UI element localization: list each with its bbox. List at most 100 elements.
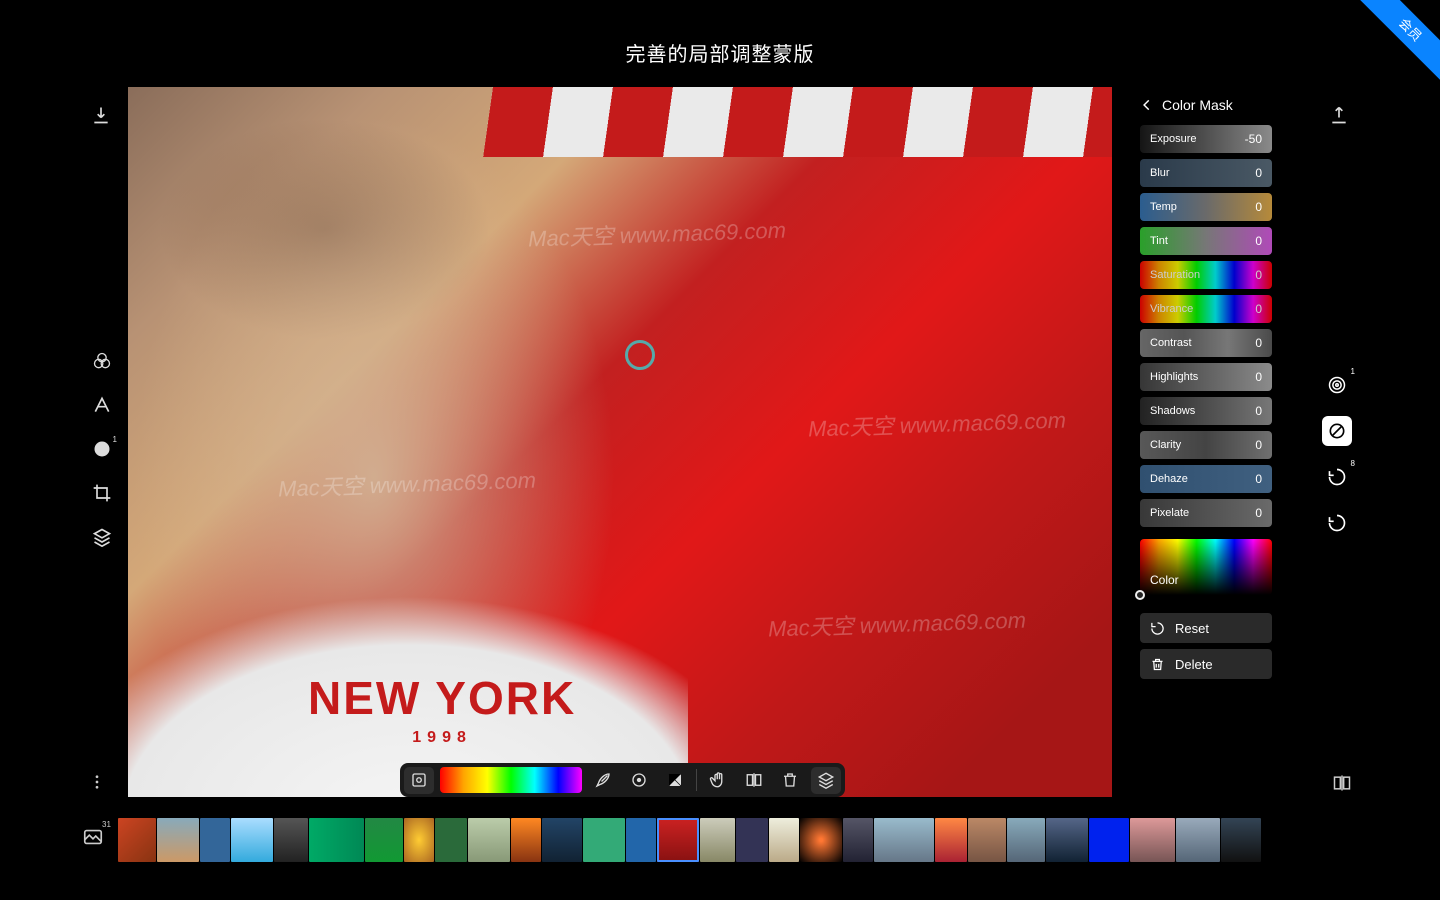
slider-value: 0	[1255, 302, 1262, 316]
thumbnail[interactable]	[404, 818, 434, 862]
thumbnail[interactable]	[435, 818, 467, 862]
delete-button[interactable]: Delete	[1140, 649, 1272, 679]
layers-icon[interactable]	[811, 767, 841, 794]
canvas-decor	[483, 87, 1112, 157]
image-canvas[interactable]: NEW YORK 1998 Mac天空 www.mac69.com Mac天空 …	[128, 87, 1112, 797]
slider-label: Temp	[1150, 201, 1177, 213]
panel-header: Color Mask	[1140, 97, 1272, 113]
color-label: Color	[1150, 573, 1179, 587]
thumbnail[interactable]	[200, 818, 230, 862]
color-field[interactable]: Color	[1140, 539, 1272, 595]
slider-exposure[interactable]: Exposure-50	[1140, 125, 1272, 153]
invert-icon[interactable]	[660, 767, 690, 794]
slider-pixelate[interactable]: Pixelate0	[1140, 499, 1272, 527]
thumbnail[interactable]	[736, 818, 768, 862]
text-icon[interactable]	[91, 394, 113, 416]
thumbnail[interactable]	[583, 818, 625, 862]
export-icon[interactable]	[1328, 104, 1350, 126]
slider-contrast[interactable]: Contrast0	[1140, 329, 1272, 357]
thumbnail[interactable]	[935, 818, 967, 862]
thumbnail[interactable]	[231, 818, 273, 862]
color-mask-icon[interactable]: 1	[1322, 416, 1352, 446]
slider-value: 0	[1255, 438, 1262, 452]
thumbnail[interactable]	[274, 818, 308, 862]
compare-icon[interactable]	[1332, 773, 1352, 793]
slider-label: Highlights	[1150, 371, 1198, 383]
thumbnail[interactable]	[874, 818, 934, 862]
member-ribbon[interactable]: 会员	[1360, 0, 1440, 80]
right-toolbar: 1 8	[1322, 370, 1352, 538]
thumbnail[interactable]	[1176, 818, 1220, 862]
filters-icon[interactable]	[91, 350, 113, 372]
slider-temp[interactable]: Temp0	[1140, 193, 1272, 221]
thumbnail[interactable]	[1046, 818, 1088, 862]
hue-spectrum[interactable]	[440, 767, 582, 793]
thumbnail[interactable]	[1089, 818, 1129, 862]
mask-toolbar	[400, 763, 845, 797]
adjustments-panel: Color Mask Exposure-50Blur0Temp0Tint0Sat…	[1140, 97, 1272, 679]
color-handle[interactable]	[1135, 590, 1145, 600]
radial-mask-icon[interactable]	[1322, 370, 1352, 400]
thumbnail[interactable]	[157, 818, 199, 862]
slider-value: 0	[1255, 336, 1262, 350]
watermark: Mac天空 www.mac69.com	[278, 463, 537, 504]
undo-icon[interactable]	[1322, 508, 1352, 538]
radius-icon[interactable]	[624, 767, 654, 794]
face-icon[interactable]: 1	[91, 438, 113, 460]
thumbnail[interactable]	[1130, 818, 1175, 862]
slider-clarity[interactable]: Clarity 0	[1140, 431, 1272, 459]
thumbnail[interactable]	[1221, 818, 1261, 862]
thumbnail[interactable]	[769, 818, 799, 862]
feather-icon[interactable]	[588, 767, 618, 794]
crop-icon[interactable]	[91, 482, 113, 504]
slider-label: Shadows	[1150, 405, 1195, 417]
left-toolbar: 1	[88, 350, 116, 548]
thumbnail[interactable]	[968, 818, 1006, 862]
thumbnail[interactable]	[468, 818, 510, 862]
member-ribbon-label: 会员	[1360, 0, 1440, 80]
slider-blur[interactable]: Blur0	[1140, 159, 1272, 187]
hand-icon[interactable]	[703, 767, 733, 794]
thumbnail[interactable]	[309, 818, 364, 862]
filmstrip[interactable]	[118, 818, 1360, 862]
trash-icon[interactable]	[775, 767, 805, 794]
thumbnail[interactable]	[700, 818, 735, 862]
slider-vibrance[interactable]: Vibrance 0	[1140, 295, 1272, 323]
reset-button[interactable]: Reset	[1140, 613, 1272, 643]
thumbnail[interactable]	[365, 818, 403, 862]
back-icon[interactable]	[1140, 98, 1154, 112]
thumbnail-selected[interactable]	[657, 818, 699, 862]
compare-split-icon[interactable]	[739, 767, 769, 794]
watermark: Mac天空 www.mac69.com	[808, 403, 1067, 444]
layers-icon[interactable]	[91, 526, 113, 548]
gallery-icon[interactable]	[82, 826, 104, 848]
slider-value: -50	[1245, 132, 1262, 146]
target-icon[interactable]	[404, 767, 434, 794]
thumbnail[interactable]	[626, 818, 656, 862]
gallery-count: 31	[102, 820, 111, 829]
brush-mask-icon[interactable]: 8	[1322, 462, 1352, 492]
thumbnail[interactable]	[1007, 818, 1045, 862]
thumbnail[interactable]	[511, 818, 541, 862]
thumbnail[interactable]	[800, 818, 842, 862]
slider-saturation[interactable]: Saturation0	[1140, 261, 1272, 289]
slider-value: 0	[1255, 472, 1262, 486]
slider-tint[interactable]: Tint0	[1140, 227, 1272, 255]
thumbnail[interactable]	[542, 818, 582, 862]
thumbnail[interactable]	[118, 818, 156, 862]
import-icon[interactable]	[90, 104, 112, 126]
slider-shadows[interactable]: Shadows 0	[1140, 397, 1272, 425]
color-picker-target[interactable]	[625, 340, 655, 370]
watermark: Mac天空 www.mac69.com	[768, 603, 1027, 644]
canvas-decor-shirt: NEW YORK 1998	[128, 557, 688, 797]
slider-label: Tint	[1150, 235, 1168, 247]
thumbnail[interactable]	[843, 818, 873, 862]
slider-label: Clarity	[1150, 439, 1181, 451]
slider-label: Vibrance	[1150, 303, 1193, 315]
page-title: 完善的局部调整蒙版	[626, 38, 815, 67]
slider-highlights[interactable]: Highlights0	[1140, 363, 1272, 391]
more-icon[interactable]	[88, 773, 106, 791]
slider-label: Pixelate	[1150, 507, 1189, 519]
slider-value: 0	[1255, 404, 1262, 418]
slider-dehaze[interactable]: Dehaze0	[1140, 465, 1272, 493]
